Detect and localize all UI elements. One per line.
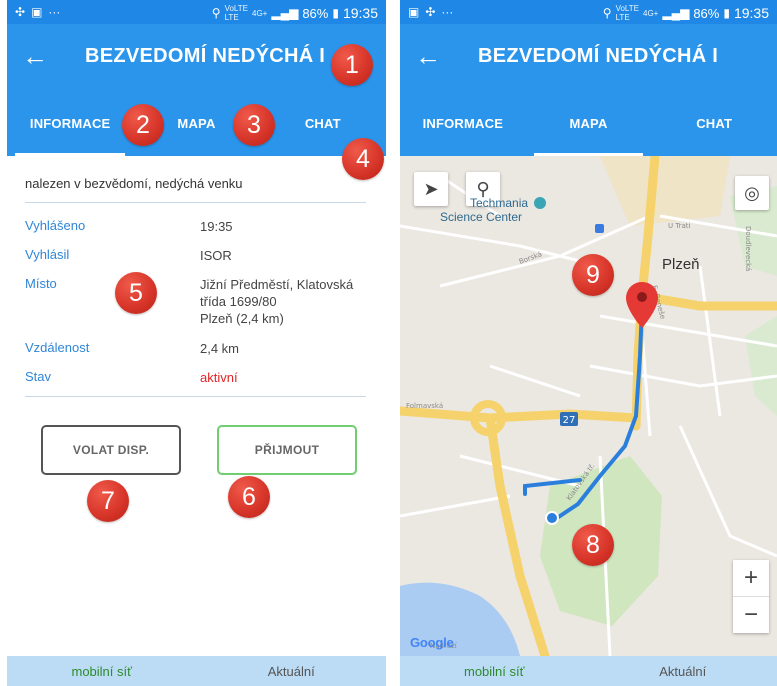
poi-label: Techmania xyxy=(470,196,529,210)
battery-icon: ▮ xyxy=(723,6,730,20)
label-announced: Vyhlášeno xyxy=(25,218,86,233)
phone-screen-map: ▣ ✣ ··· ⚲ VoLTE LTE 4G+ ▂▄▆ 86% ▮ 19:35 ←… xyxy=(400,0,777,686)
svg-text:U Trati: U Trati xyxy=(668,222,691,230)
my-location-icon[interactable]: ◎ xyxy=(735,176,769,210)
battery-icon: ▮ xyxy=(332,6,339,20)
value-distance: 2,4 km xyxy=(200,341,240,356)
battery-percent: 86% xyxy=(693,5,720,21)
clock: 19:35 xyxy=(733,5,769,21)
app-bar: ← BEZVEDOMÍ NEDÝCHÁ I xyxy=(400,24,777,90)
divider xyxy=(25,396,366,397)
clock: 19:35 xyxy=(342,5,378,21)
label-announced-by: Vyhlásil xyxy=(25,247,70,262)
location-icon: ⚲ xyxy=(211,6,221,20)
signal-icon: ▂▄▆ xyxy=(271,6,299,20)
data-status: Aktuální xyxy=(659,663,707,679)
value-announced: 19:35 xyxy=(200,219,233,234)
volte-indicator: VoLTE LTE xyxy=(224,4,248,22)
bottom-status-bar: mobilní síť Aktuální xyxy=(400,656,777,686)
svg-text:Doudlevecká: Doudlevecká xyxy=(744,226,752,271)
dots-icon: ··· xyxy=(441,5,454,19)
svg-text:Folmavská: Folmavská xyxy=(406,402,443,410)
status-badge: aktivní xyxy=(200,370,238,385)
accept-button[interactable]: PŘIJMOUT xyxy=(217,425,357,475)
bottom-status-bar: mobilní síť Aktuální xyxy=(7,656,386,686)
park-area xyxy=(745,316,777,416)
tab-chat[interactable]: CHAT xyxy=(651,90,777,156)
zoom-out-button[interactable]: − xyxy=(733,597,769,633)
network-type-indicator: 4G+ xyxy=(252,8,268,18)
dots-icon: ··· xyxy=(48,5,61,19)
tab-bar: INFORMACE MAPA CHAT xyxy=(400,90,777,156)
tab-mapa[interactable]: MAPA xyxy=(526,90,652,156)
call-dispatch-button[interactable]: VOLAT DISP. xyxy=(41,425,181,475)
transit-stop-icon xyxy=(595,224,604,233)
app-bar: ← BEZVEDOMÍ NEDÝCHÁ I xyxy=(7,24,386,90)
navigation-arrow-icon[interactable]: ➤ xyxy=(414,172,448,206)
network-status: mobilní síť xyxy=(71,663,132,679)
page-title: BEZVEDOMÍ NEDÝCHÁ I xyxy=(85,45,326,67)
annotation-badge-2: 2 xyxy=(122,104,164,146)
data-status: Aktuální xyxy=(267,663,315,679)
divider xyxy=(25,202,366,203)
incident-summary: nalezen v bezvědomí, nedýchá venku xyxy=(25,176,243,191)
zoom-control: + − xyxy=(733,560,769,633)
network-type-indicator: 4G+ xyxy=(643,8,659,18)
settings-icon: ✣ xyxy=(425,5,436,19)
tab-informace[interactable]: INFORMACE xyxy=(400,90,526,156)
annotation-badge-5: 5 xyxy=(115,272,157,314)
label-place: Místo xyxy=(25,276,57,291)
zoom-in-button[interactable]: + xyxy=(733,560,769,596)
annotation-badge-1: 1 xyxy=(331,44,373,86)
map-canvas: 27 Borská U Trati E. Beneše Folmavská Kl… xyxy=(400,156,777,656)
phone-screen-info: ✣ ▣ ··· ⚲ VoLTE LTE 4G+ ▂▄▆ 86% ▮ 19:35 ←… xyxy=(7,0,386,686)
network-status: mobilní síť xyxy=(463,663,525,679)
settings-icon: ✣ xyxy=(15,5,26,19)
tab-bar: INFORMACE MAPA CHAT xyxy=(7,90,386,156)
road-number-label: 27 xyxy=(563,415,576,426)
annotation-badge-6: 6 xyxy=(228,476,270,518)
museum-poi-icon xyxy=(534,197,546,209)
battery-percent: 86% xyxy=(302,5,329,21)
map-view[interactable]: 27 Borská U Trati E. Beneše Folmavská Kl… xyxy=(400,156,777,656)
image-icon: ▣ xyxy=(31,5,43,19)
image-icon: ▣ xyxy=(408,5,420,19)
back-arrow-icon[interactable]: ← xyxy=(414,43,442,69)
value-place: Jižní Předměstí, Klatovská třída 1699/80… xyxy=(200,277,354,326)
label-distance: Vzdálenost xyxy=(25,340,90,355)
annotation-badge-8: 8 xyxy=(572,524,614,566)
value-announced-by: ISOR xyxy=(200,248,232,263)
tab-informace[interactable]: INFORMACE xyxy=(7,90,133,156)
status-bar: ✣ ▣ ··· ⚲ VoLTE LTE 4G+ ▂▄▆ 86% ▮ 19:35 xyxy=(7,0,386,24)
google-logo: Google xyxy=(410,635,454,650)
annotation-badge-7: 7 xyxy=(87,480,129,522)
page-title: BEZVEDOMÍ NEDÝCHÁ I xyxy=(478,45,719,67)
city-label: Plzeň xyxy=(662,256,700,273)
current-location-dot xyxy=(545,511,559,525)
signal-icon: ▂▄▆ xyxy=(662,6,690,20)
location-icon: ⚲ xyxy=(602,6,612,20)
annotation-badge-9: 9 xyxy=(572,254,614,296)
label-status: Stav xyxy=(25,369,52,384)
volte-indicator: VoLTE LTE xyxy=(615,4,639,22)
info-panel: nalezen v bezvědomí, nedýchá venku Vyhlá… xyxy=(7,156,386,656)
annotation-badge-4: 4 xyxy=(342,138,384,180)
annotation-badge-3: 3 xyxy=(233,104,275,146)
poi-label: Science Center xyxy=(440,210,523,224)
status-bar: ▣ ✣ ··· ⚲ VoLTE LTE 4G+ ▂▄▆ 86% ▮ 19:35 xyxy=(400,0,777,24)
back-arrow-icon[interactable]: ← xyxy=(21,43,49,69)
